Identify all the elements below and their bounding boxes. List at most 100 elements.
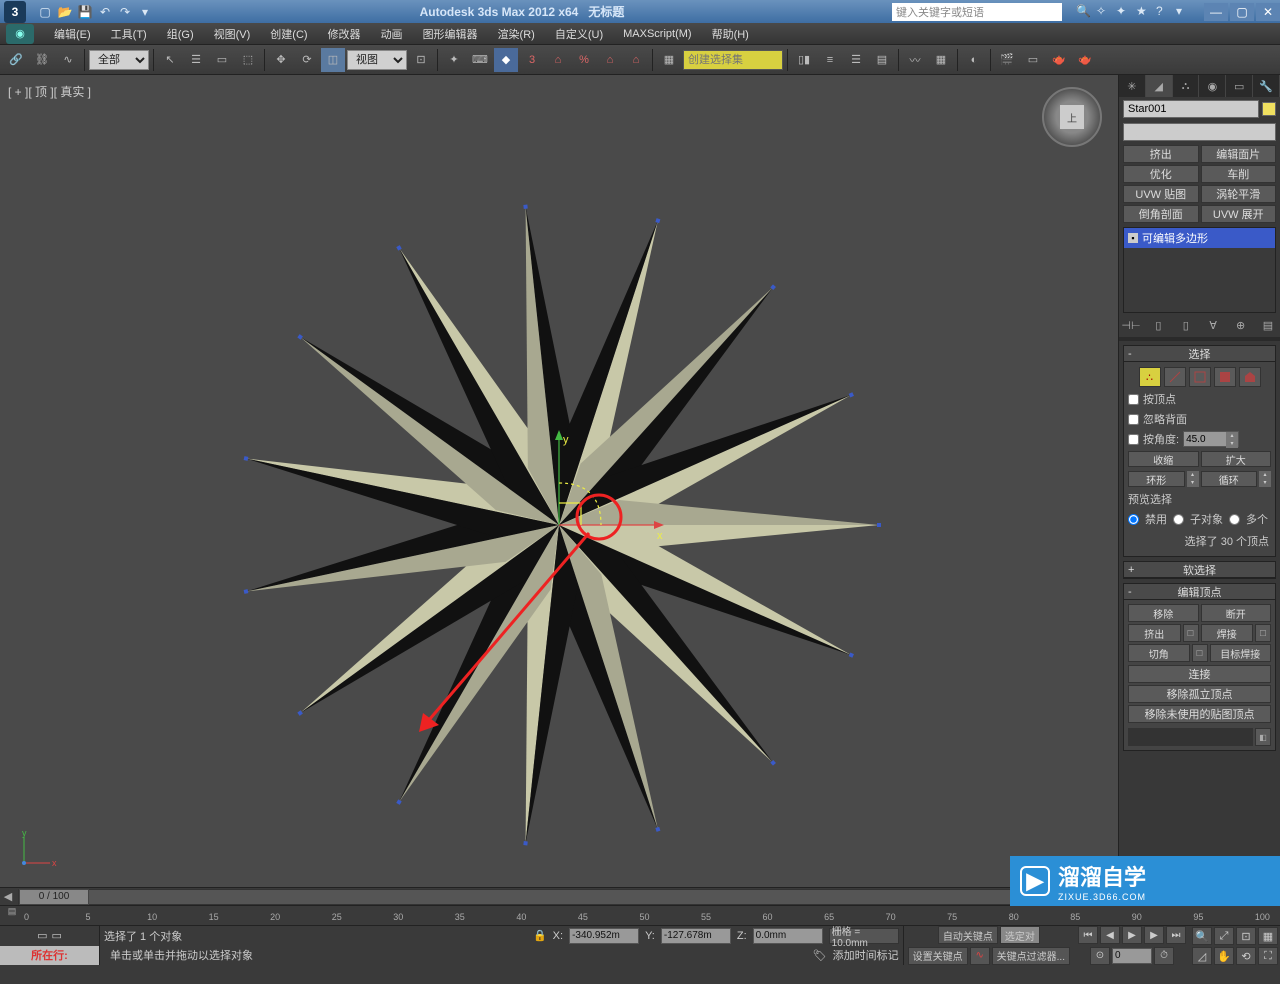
- mod-btn-uvw-map[interactable]: UVW 贴图: [1123, 185, 1199, 203]
- make-unique-icon[interactable]: ▯: [1178, 317, 1194, 333]
- qat-more-icon[interactable]: ▾: [136, 3, 154, 21]
- keyboard-shortcut-icon[interactable]: ⌨: [468, 48, 492, 72]
- next-frame-icon[interactable]: ▶: [1144, 926, 1164, 944]
- zoom-icon[interactable]: 🔍: [1192, 927, 1212, 945]
- object-color-swatch[interactable]: [1262, 102, 1276, 116]
- time-config-icon[interactable]: ⏱: [1154, 947, 1174, 965]
- window-cross-icon[interactable]: ⬚: [236, 48, 260, 72]
- menu-rendering[interactable]: 渲染(R): [488, 26, 545, 42]
- zoom-all-icon[interactable]: ⤢: [1214, 927, 1234, 945]
- menu-views[interactable]: 视图(V): [204, 26, 261, 42]
- menu-create[interactable]: 创建(C): [260, 26, 317, 42]
- named-set-icon[interactable]: ▦: [657, 48, 681, 72]
- ring-button[interactable]: 环形: [1128, 471, 1185, 487]
- weight-field[interactable]: [1128, 728, 1253, 746]
- help-more-icon[interactable]: ▾: [1176, 4, 1192, 20]
- selected-label[interactable]: 选定对: [1000, 926, 1040, 944]
- menu-customize[interactable]: 自定义(U): [545, 26, 613, 42]
- menu-graph-editors[interactable]: 图形编辑器: [413, 26, 488, 42]
- zoom-extents-all-icon[interactable]: ▦: [1258, 927, 1278, 945]
- subobj-element[interactable]: [1239, 367, 1261, 387]
- lock-icon[interactable]: 🔒: [533, 929, 547, 942]
- redo-icon[interactable]: ↷: [116, 3, 134, 21]
- menu-modifiers[interactable]: 修改器: [318, 26, 371, 42]
- select-object-icon[interactable]: ↖: [158, 48, 182, 72]
- spinner-snap-icon[interactable]: %: [572, 48, 596, 72]
- z-coord-input[interactable]: 0.0mm: [753, 928, 823, 944]
- time-slider-thumb[interactable]: 0 / 100: [19, 889, 89, 905]
- select-name-icon[interactable]: ☰: [184, 48, 208, 72]
- render-prod-icon[interactable]: 🫖: [1073, 48, 1097, 72]
- tab-display[interactable]: ▭: [1226, 75, 1253, 97]
- weld-button[interactable]: 焊接: [1201, 624, 1254, 642]
- key-filters-button[interactable]: 关键点过滤器...: [992, 947, 1070, 965]
- bind-icon[interactable]: ∿: [56, 48, 80, 72]
- stack-config-icon[interactable]: ▤: [1260, 317, 1276, 333]
- scale-icon[interactable]: ◫: [321, 48, 345, 72]
- extrude-button[interactable]: 挤出: [1128, 624, 1181, 642]
- layers-icon[interactable]: ☰: [844, 48, 868, 72]
- curve-editor-icon[interactable]: 〰: [903, 48, 927, 72]
- script-mini-icon[interactable]: ▭: [37, 929, 47, 942]
- stack-expand-icon[interactable]: ▪: [1128, 233, 1138, 243]
- menu-maxscript[interactable]: MAXScript(M): [613, 28, 701, 40]
- subobj-polygon[interactable]: [1214, 367, 1236, 387]
- weight-spinner[interactable]: ◧: [1255, 728, 1271, 746]
- modifier-stack[interactable]: ▪ 可编辑多边形: [1123, 227, 1276, 313]
- mod-btn-turbosmooth[interactable]: 涡轮平滑: [1201, 185, 1277, 203]
- subobj-edge[interactable]: [1164, 367, 1186, 387]
- remove-button[interactable]: 移除: [1128, 604, 1199, 622]
- ignore-backface-checkbox[interactable]: [1128, 414, 1139, 425]
- show-end-icon[interactable]: ▯: [1150, 317, 1166, 333]
- rotate-icon[interactable]: ⟳: [295, 48, 319, 72]
- mod-btn-edit-patch[interactable]: 编辑面片: [1201, 145, 1277, 163]
- help-search-input[interactable]: 键入关键字或短语: [892, 3, 1062, 21]
- x-coord-input[interactable]: -340.952m: [569, 928, 639, 944]
- menu-help[interactable]: 帮助(H): [702, 26, 759, 42]
- render-icon[interactable]: 🫖: [1047, 48, 1071, 72]
- tab-motion[interactable]: ◉: [1199, 75, 1226, 97]
- new-icon[interactable]: ▢: [36, 3, 54, 21]
- auto-key-button[interactable]: 自动关键点: [938, 926, 998, 944]
- viewcube[interactable]: 上: [1042, 87, 1102, 147]
- menu-tools[interactable]: 工具(T): [101, 26, 157, 42]
- search-go-icon[interactable]: 🔍: [1076, 4, 1092, 20]
- track-bar[interactable]: ▤ 05101520253035404550556065707580859095…: [0, 905, 1280, 925]
- object-name-input[interactable]: Star001: [1123, 100, 1259, 118]
- menu-animation[interactable]: 动画: [371, 26, 413, 42]
- subobj-border[interactable]: [1189, 367, 1211, 387]
- play-icon[interactable]: ▶: [1122, 926, 1142, 944]
- app-logo[interactable]: 3: [4, 1, 26, 23]
- zoom-extents-icon[interactable]: ⊡: [1236, 927, 1256, 945]
- weld-settings[interactable]: ☐: [1255, 624, 1271, 642]
- trackbar-config-icon[interactable]: ▤: [0, 906, 24, 917]
- extrude-settings[interactable]: ☐: [1183, 624, 1199, 642]
- ref-coord-select[interactable]: 视图: [347, 50, 407, 70]
- selection-filter-select[interactable]: 全部: [89, 50, 149, 70]
- save-icon[interactable]: 💾: [76, 3, 94, 21]
- rollout-head-soft[interactable]: +软选择: [1124, 562, 1275, 578]
- tab-create[interactable]: ✳: [1119, 75, 1146, 97]
- shrink-button[interactable]: 收缩: [1128, 451, 1199, 467]
- pivot-icon[interactable]: ⊡: [409, 48, 433, 72]
- undo-icon[interactable]: ↶: [96, 3, 114, 21]
- mod-btn-extrude[interactable]: 挤出: [1123, 145, 1199, 163]
- key-mode-icon[interactable]: ∿: [970, 947, 990, 965]
- named-selection-input[interactable]: [683, 50, 783, 70]
- preview-multi-radio[interactable]: [1229, 514, 1240, 525]
- help-icon[interactable]: ?: [1156, 4, 1172, 20]
- menu-edit[interactable]: 编辑(E): [44, 26, 101, 42]
- rendered-frame-icon[interactable]: ▭: [1021, 48, 1045, 72]
- axis-snap-icon[interactable]: ⌂: [598, 48, 622, 72]
- chamfer-button[interactable]: 切角: [1128, 644, 1190, 662]
- edge-snap-icon[interactable]: ⌂: [624, 48, 648, 72]
- pan-icon[interactable]: ✋: [1214, 947, 1234, 965]
- minimize-button[interactable]: —: [1204, 3, 1228, 21]
- manipulate-icon[interactable]: ✦: [442, 48, 466, 72]
- menu-group[interactable]: 组(G): [157, 26, 204, 42]
- mod-btn-lathe[interactable]: 车削: [1201, 165, 1277, 183]
- schematic-view-icon[interactable]: ▦: [929, 48, 953, 72]
- maximize-button[interactable]: ▢: [1230, 3, 1254, 21]
- viewport-label[interactable]: [ + ][ 顶 ][ 真实 ]: [8, 83, 91, 100]
- align-icon[interactable]: ≡: [818, 48, 842, 72]
